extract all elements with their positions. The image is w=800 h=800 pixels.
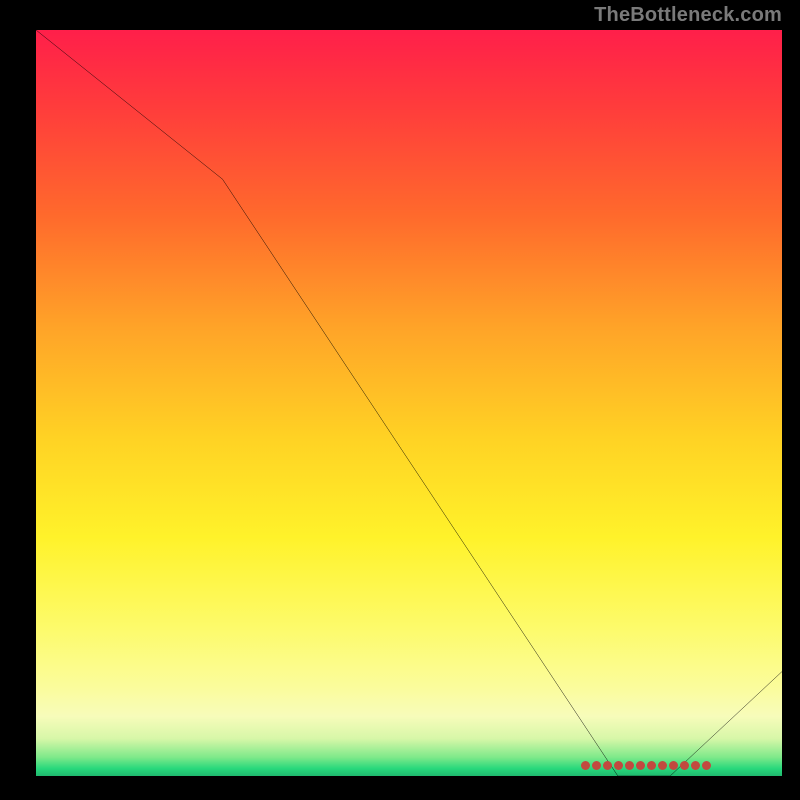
chart-container: TheBottleneck.com — [0, 0, 800, 800]
optimal-marker-dot — [647, 761, 656, 770]
optimal-marker-dot — [702, 761, 711, 770]
attribution-text: TheBottleneck.com — [594, 4, 782, 27]
optimal-marker-dot — [680, 761, 689, 770]
optimal-marker-dot — [658, 761, 667, 770]
optimal-marker-dot — [636, 761, 645, 770]
optimal-marker-dot — [603, 761, 612, 770]
optimal-marker-dot — [581, 761, 590, 770]
curve-path — [36, 30, 782, 776]
optimal-marker-dot — [614, 761, 623, 770]
optimal-marker-dot — [625, 761, 634, 770]
optimal-range-markers — [581, 761, 711, 770]
optimal-marker-dot — [592, 761, 601, 770]
plot-area — [36, 30, 782, 776]
bottleneck-curve — [36, 30, 782, 776]
optimal-marker-dot — [669, 761, 678, 770]
optimal-marker-dot — [691, 761, 700, 770]
